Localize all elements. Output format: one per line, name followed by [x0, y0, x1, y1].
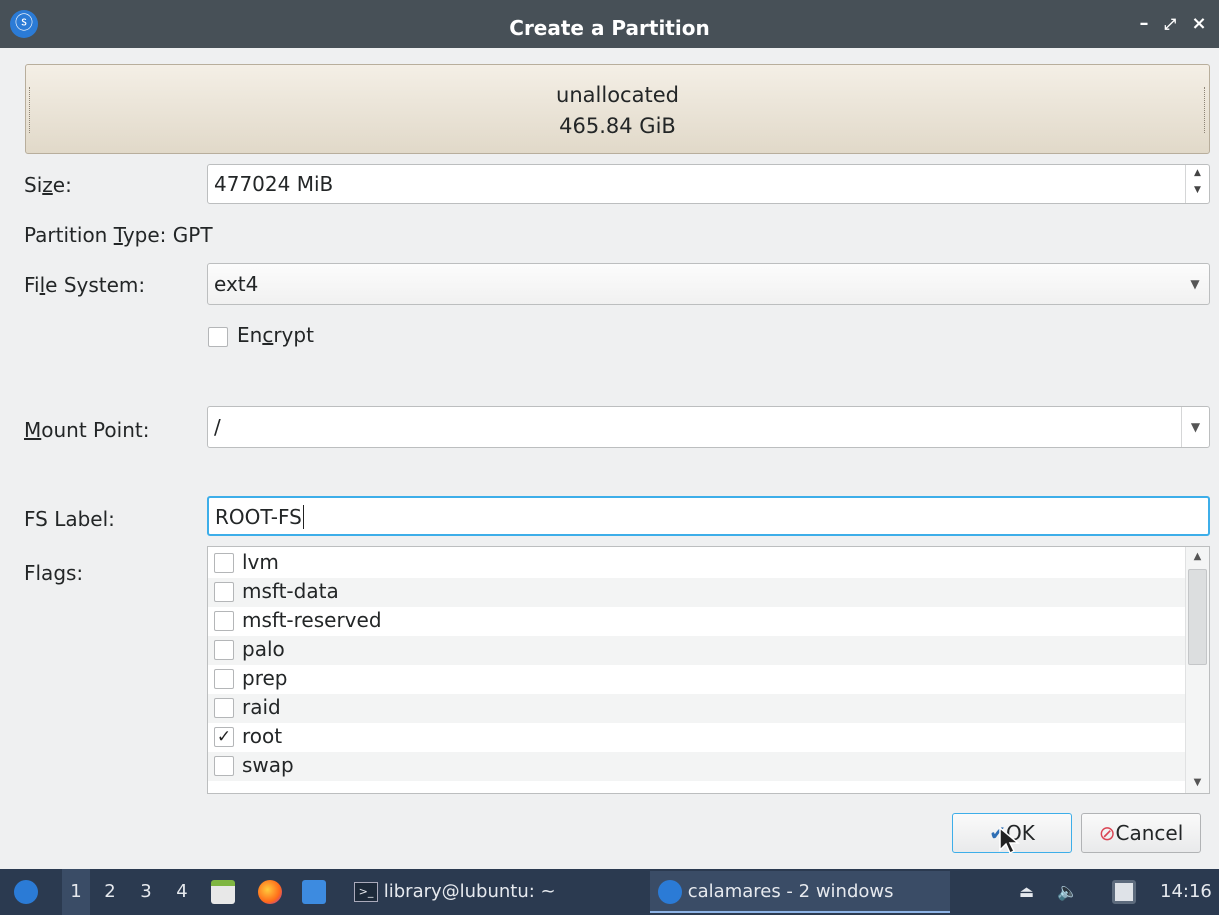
fs-label-label: FS Label: [24, 507, 115, 531]
list-item[interactable]: raid [208, 694, 1186, 723]
list-item[interactable]: ✓ root [208, 723, 1186, 752]
fs-label-input[interactable]: ROOT-FS [207, 496, 1210, 536]
partition-name: unallocated [556, 83, 679, 107]
taskbar: 1 2 3 4 >_ library@lubuntu: ~ calamares … [0, 869, 1219, 915]
list-item[interactable]: msft-data [208, 578, 1186, 607]
clock[interactable]: 14:16 [1160, 869, 1212, 915]
lubuntu-menu-icon[interactable] [14, 880, 38, 904]
partition-preview-bar: unallocated 465.84 GiB [25, 64, 1210, 154]
flag-checkbox[interactable]: ✓ [214, 727, 234, 747]
file-system-combo[interactable]: ext4 ▼ [207, 263, 1210, 305]
flag-checkbox[interactable] [214, 640, 234, 660]
chevron-down-icon[interactable]: ▼ [1181, 407, 1209, 447]
scroll-down-icon[interactable]: ▼ [1186, 773, 1209, 793]
mount-point-combo[interactable]: / ▼ [207, 406, 1210, 448]
chevron-down-icon[interactable]: ▼ [1181, 264, 1209, 304]
eject-icon[interactable]: ⏏ [1019, 869, 1034, 915]
file-system-label: File System: [24, 273, 146, 297]
flag-checkbox[interactable] [214, 698, 234, 718]
workspace-3[interactable]: 3 [132, 869, 160, 915]
flags-list[interactable]: lvm msft-data msft-reserved palo prep ra… [207, 546, 1210, 794]
flag-checkbox[interactable] [214, 611, 234, 631]
terminal-icon: >_ [354, 882, 378, 902]
file-system-value: ext4 [214, 272, 259, 296]
resize-grip-right[interactable] [1204, 87, 1206, 133]
size-value: 477024 MiB [214, 172, 334, 196]
list-item[interactable]: palo [208, 636, 1186, 665]
restore-button[interactable]: ⤢ [1160, 14, 1180, 34]
spin-down-icon[interactable]: ▼ [1186, 182, 1209, 199]
list-item[interactable]: msft-reserved [208, 607, 1186, 636]
minimize-button[interactable]: – [1134, 14, 1154, 34]
workspace-4[interactable]: 4 [168, 869, 196, 915]
scrollbar-thumb[interactable] [1188, 569, 1207, 665]
spin-up-icon[interactable]: ▲ [1186, 165, 1209, 182]
flags-scrollbar[interactable]: ▲ ▼ [1185, 547, 1209, 793]
file-manager-icon[interactable] [211, 880, 235, 904]
scroll-up-icon[interactable]: ▲ [1186, 547, 1209, 567]
flags-label: Flags: [24, 561, 84, 585]
partition-type-value: GPT [172, 223, 213, 247]
title-bar: ⓢ Create a Partition – ⤢ × [0, 0, 1219, 48]
flag-checkbox[interactable] [214, 669, 234, 689]
size-stepper[interactable]: ▲ ▼ [1185, 165, 1209, 203]
list-item[interactable]: prep [208, 665, 1186, 694]
mount-point-value: / [214, 415, 221, 439]
close-button[interactable]: × [1189, 14, 1209, 34]
cancel-button[interactable]: ⊘Cancel [1081, 813, 1201, 853]
desktop-icon[interactable] [302, 880, 326, 904]
text-cursor [302, 505, 304, 529]
fs-label-value: ROOT-FS [215, 505, 302, 529]
window-title: Create a Partition [509, 16, 710, 40]
cancel-icon: ⊘ [1098, 821, 1116, 845]
calamares-icon [658, 880, 682, 904]
list-item[interactable]: swap [208, 752, 1186, 781]
network-icon[interactable] [1112, 880, 1136, 904]
partition-size: 465.84 GiB [559, 114, 676, 138]
flag-checkbox[interactable] [214, 756, 234, 776]
size-label: Size: [24, 173, 72, 197]
volume-icon[interactable]: 🔈 [1057, 869, 1078, 915]
terminal-task[interactable]: >_ library@lubuntu: ~ [346, 871, 636, 913]
flag-checkbox[interactable] [214, 582, 234, 602]
encrypt-checkbox[interactable] [208, 327, 228, 347]
size-spinbox[interactable]: 477024 MiB ▲ ▼ [207, 164, 1210, 204]
firefox-icon[interactable] [258, 880, 282, 904]
mount-point-label: Mount Point: [24, 418, 150, 442]
partition-type-label: Partition Type: GPT [24, 223, 213, 247]
flag-checkbox[interactable] [214, 553, 234, 573]
mouse-cursor-icon [999, 826, 1020, 855]
workspace-1[interactable]: 1 [62, 869, 90, 915]
list-item[interactable]: lvm [208, 549, 1186, 578]
encrypt-label[interactable]: Encrypt [237, 323, 314, 347]
workspace-2[interactable]: 2 [96, 869, 124, 915]
calamares-task[interactable]: calamares - 2 windows [650, 871, 950, 913]
